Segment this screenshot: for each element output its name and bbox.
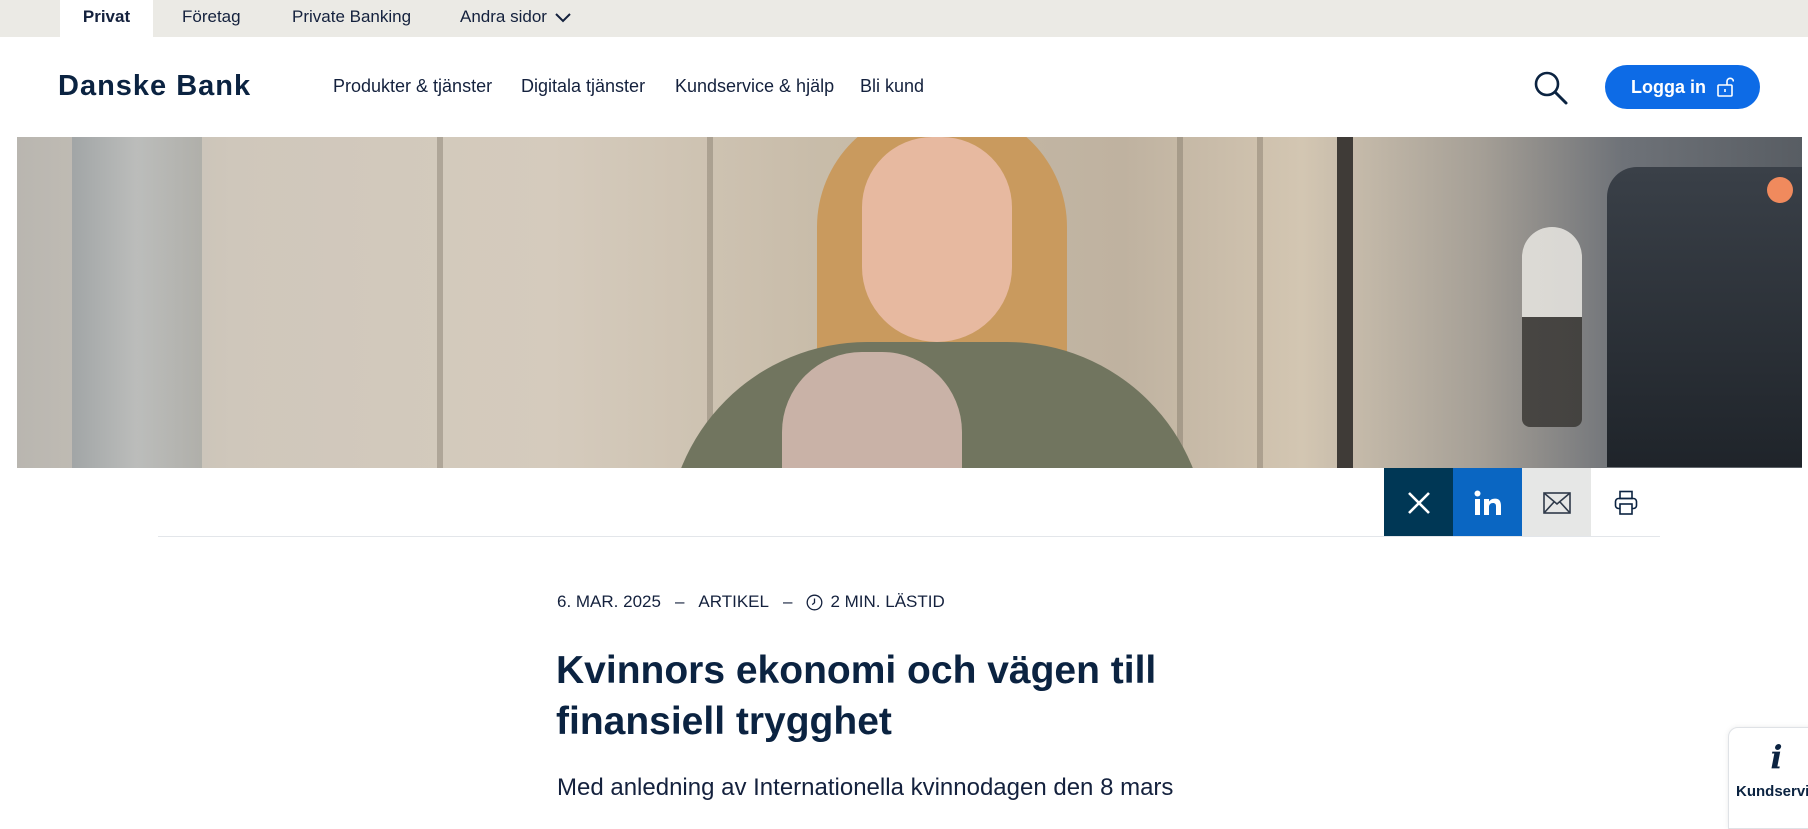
segment-other-pages[interactable]: Andra sidor: [460, 0, 571, 37]
login-button[interactable]: Logga in: [1605, 65, 1760, 109]
search-button[interactable]: [1533, 70, 1569, 106]
customer-service-label: Kundservice: [1736, 783, 1808, 800]
nav-digital-services[interactable]: Digitala tjänster: [521, 76, 645, 97]
info-icon: i: [1770, 738, 1783, 776]
share-x-button[interactable]: [1384, 468, 1453, 537]
nav-products-services[interactable]: Produkter & tjänster: [333, 76, 492, 97]
share-linkedin-button[interactable]: [1453, 468, 1522, 537]
share-divider: [158, 536, 1660, 537]
segment-other-pages-label: Andra sidor: [460, 7, 547, 26]
customer-service-widget[interactable]: i Kundservice: [1728, 727, 1808, 829]
danske-bank-logo[interactable]: Danske Bank: [58, 70, 251, 103]
segment-private-banking[interactable]: Private Banking: [292, 0, 411, 37]
meta-separator: –: [782, 592, 793, 611]
meta-separator: –: [674, 592, 685, 611]
article-lead: Med anledning av Internationella kvinnod…: [557, 774, 1174, 801]
article-meta: 6. MAR. 2025 – ARTIKEL – 2 MIN. LÄSTID: [557, 592, 945, 612]
hero-image: [17, 137, 1802, 468]
x-icon: [1407, 491, 1430, 514]
article-read-time: 2 MIN. LÄSTID: [830, 592, 945, 611]
segment-bar: Privat Företag Private Banking Andra sid…: [0, 0, 1808, 37]
nav-become-customer[interactable]: Bli kund: [860, 76, 924, 97]
linkedin-icon: [1474, 490, 1501, 515]
clock-icon: [807, 594, 823, 610]
article-type: ARTIKEL: [698, 592, 769, 611]
mail-icon: [1542, 491, 1571, 514]
nav-customer-service-help[interactable]: Kundservice & hjälp: [675, 76, 834, 97]
print-icon: [1614, 490, 1637, 515]
login-label: Logga in: [1631, 76, 1706, 97]
unlock-icon: [1717, 77, 1734, 97]
article-title: Kvinnors ekonomi och vägen till finansie…: [556, 649, 1157, 743]
article-date: 6. MAR. 2025: [557, 592, 661, 611]
share-mail-button[interactable]: [1522, 468, 1591, 537]
print-button[interactable]: [1591, 468, 1660, 537]
segment-privat[interactable]: Privat: [60, 0, 153, 37]
search-icon: [1534, 71, 1568, 105]
segment-foretag[interactable]: Företag: [182, 0, 241, 37]
chevron-down-icon: [555, 12, 571, 22]
